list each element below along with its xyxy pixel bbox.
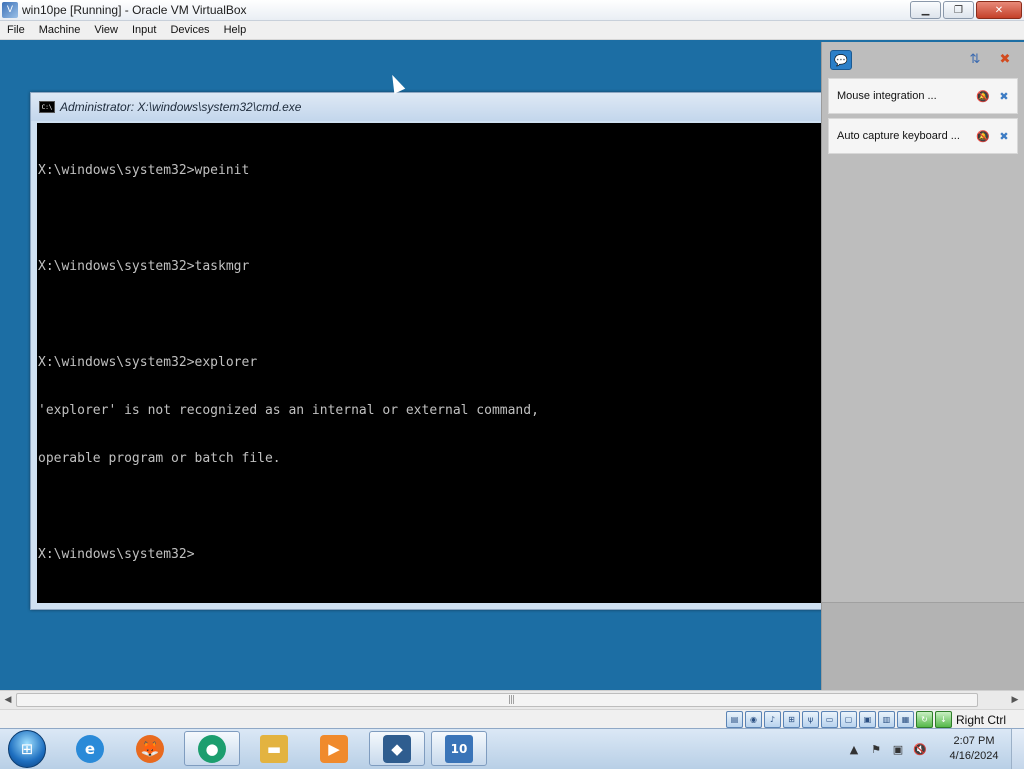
taskbar-internet-explorer[interactable]: e (62, 731, 118, 766)
console-output[interactable]: X:\windows\system32>wpeinit X:\windows\s… (37, 123, 823, 603)
grip-icon: ||| (508, 695, 515, 705)
dismiss-icon[interactable]: ✖ (995, 128, 1013, 144)
recording-icon[interactable]: ▥ (877, 711, 895, 728)
show-desktop-button[interactable] (1011, 729, 1024, 769)
status-icons: ▤ ◉ ♪ ⊞ ψ ▭ ▢ ▣ ▥ ▦ ↻ ↓ (725, 711, 952, 728)
notification-label: Auto capture keyboard ... (837, 130, 960, 142)
volume-muted-icon[interactable]: 🔇 (912, 741, 928, 757)
notification-panel-footer (822, 602, 1024, 690)
display-icon[interactable]: ▢ (839, 711, 857, 728)
sort-icon[interactable]: ⇅ (966, 51, 984, 67)
host-key-label[interactable]: Right Ctrl (956, 713, 1006, 727)
close-button[interactable]: ✕ (976, 1, 1022, 19)
notification-mouse-integration[interactable]: Mouse integration ... 🔕 ✖ (828, 78, 1018, 114)
notification-panel: 💬 ⇅ ✖ Mouse integration ... 🔕 ✖ Auto cap… (821, 42, 1024, 690)
virtualbox-app-icon: V (2, 2, 18, 18)
guest-display[interactable]: C:\ Administrator: X:\windows\system32\c… (0, 40, 1024, 690)
restore-button[interactable]: ❐ (943, 1, 974, 19)
system-tray: ▲ ⚑ ▣ 🔇 2:07 PM 4/16/2024 (843, 729, 1024, 769)
start-button[interactable]: ⊞ (8, 730, 46, 768)
console-line: X:\windows\system32>explorer (38, 355, 258, 370)
notification-label: Mouse integration ... (837, 90, 937, 102)
video-capture-icon[interactable]: ▣ (858, 711, 876, 728)
clock-time: 2:07 PM (953, 735, 995, 747)
status-bar: ▤ ◉ ♪ ⊞ ψ ▭ ▢ ▣ ▥ ▦ ↻ ↓ Right Ctrl (0, 709, 1024, 729)
menu-view[interactable]: View (87, 24, 125, 36)
message-icon[interactable]: 💬 (830, 50, 852, 70)
dismiss-icon[interactable]: ✖ (995, 88, 1013, 104)
chat-app-icon: ● (198, 734, 226, 763)
taskbar-chat-app[interactable]: ● (184, 731, 240, 766)
taskbar-media-player[interactable]: ▶ (306, 731, 362, 766)
action-center-flag-icon[interactable]: ⚑ (868, 741, 884, 757)
media-player-icon: ▶ (320, 734, 348, 763)
virtualbox-icon: ◆ (383, 734, 411, 763)
horizontal-scrollbar[interactable]: ◀ ||| ▶ (0, 690, 1024, 709)
menu-machine[interactable]: Machine (32, 24, 88, 36)
optical-drive-icon[interactable]: ◉ (744, 711, 762, 728)
vm-icon: 10 (445, 734, 473, 763)
scroll-right-icon[interactable]: ▶ (1008, 693, 1022, 707)
clock-date: 4/16/2024 (949, 750, 999, 762)
taskbar: ⊞ e 🦊 ● ▬ ▶ ◆ 10 ▲ ⚑ ▣ 🔇 2:07 PM 4/16/20… (0, 728, 1024, 769)
console-line: X:\windows\system32> (38, 547, 195, 562)
menu-input[interactable]: Input (125, 24, 163, 36)
notification-header: 💬 ⇅ ✖ (822, 42, 1024, 76)
cmd-title-bar[interactable]: C:\ Administrator: X:\windows\system32\c… (31, 93, 831, 121)
mouse-cursor-icon (386, 72, 406, 94)
notification-auto-capture-keyboard[interactable]: Auto capture keyboard ... 🔕 ✖ (828, 118, 1018, 154)
menu-file[interactable]: File (0, 24, 32, 36)
firefox-icon: 🦊 (136, 734, 164, 763)
console-line: 'explorer' is not recognized as an inter… (38, 403, 539, 418)
window-title-bar[interactable]: V win10pe [Running] - Oracle VM VirtualB… (0, 0, 1024, 21)
cmd-icon: C:\ (39, 101, 55, 113)
close-all-icon[interactable]: ✖ (996, 51, 1014, 67)
taskbar-file-explorer[interactable]: ▬ (246, 731, 302, 766)
menu-help[interactable]: Help (217, 24, 254, 36)
taskbar-win10pe-vm[interactable]: 10 (431, 731, 487, 766)
keyboard-capture-icon[interactable]: ↓ (934, 711, 952, 728)
menu-bar: File Machine View Input Devices Help (0, 21, 1024, 40)
network-tray-icon[interactable]: ▣ (890, 741, 906, 757)
internet-explorer-icon: e (76, 734, 104, 763)
menu-devices[interactable]: Devices (163, 24, 216, 36)
mouse-integration-icon[interactable]: ↻ (915, 711, 933, 728)
console-line: X:\windows\system32>wpeinit (38, 163, 250, 178)
suppress-icon[interactable]: 🔕 (974, 128, 992, 144)
show-hidden-icons-icon[interactable]: ▲ (846, 741, 862, 757)
taskbar-virtualbox[interactable]: ◆ (369, 731, 425, 766)
cmd-window[interactable]: C:\ Administrator: X:\windows\system32\c… (30, 92, 832, 610)
window-controls: ▁ ❐ ✕ (910, 1, 1022, 19)
clock[interactable]: 2:07 PM 4/16/2024 (937, 734, 1011, 764)
network-icon[interactable]: ⊞ (782, 711, 800, 728)
scroll-thumb[interactable]: ||| (16, 693, 978, 707)
scroll-left-icon[interactable]: ◀ (1, 693, 15, 707)
cmd-title: Administrator: X:\windows\system32\cmd.e… (60, 100, 302, 114)
minimize-button[interactable]: ▁ (910, 1, 941, 19)
hard-disk-icon[interactable]: ▤ (725, 711, 743, 728)
taskbar-firefox[interactable]: 🦊 (122, 731, 178, 766)
console-line: operable program or batch file. (38, 451, 281, 466)
cpu-icon[interactable]: ▦ (896, 711, 914, 728)
audio-icon[interactable]: ♪ (763, 711, 781, 728)
window-title: win10pe [Running] - Oracle VM VirtualBox (22, 3, 247, 17)
shared-folders-icon[interactable]: ▭ (820, 711, 838, 728)
console-line: X:\windows\system32>taskmgr (38, 259, 250, 274)
folder-icon: ▬ (260, 734, 288, 763)
suppress-icon[interactable]: 🔕 (974, 88, 992, 104)
usb-icon[interactable]: ψ (801, 711, 819, 728)
